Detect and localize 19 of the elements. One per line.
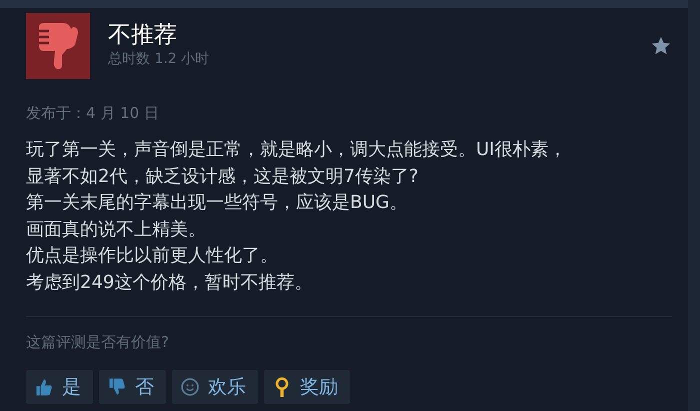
playtime-text: 总时数 1.2 小时 — [108, 50, 210, 69]
smiley-icon — [180, 377, 200, 397]
vote-button[interactable]: 奖励 — [264, 370, 350, 404]
review-text-line: 第一关末尾的字幕出现一些符号，应该是BUG。 — [26, 191, 408, 215]
thumbs-up-icon — [34, 377, 54, 397]
thumbs-down-icon — [107, 377, 127, 397]
review-text-line: 考虑到249这个价格，暂时不推荐。 — [26, 270, 314, 294]
star-icon[interactable] — [650, 35, 672, 57]
vote-button[interactable]: 否 — [99, 370, 166, 404]
helpful-question: 这篇评测是否有价值? — [26, 332, 170, 352]
posted-date: 发布于：4 月 10 日 — [26, 103, 160, 123]
review-text-line: 优点是操作比以前更人性化了。 — [26, 244, 279, 268]
verdict-title: 不推荐 — [108, 21, 178, 49]
vote-button[interactable]: 是 — [26, 370, 93, 404]
review-text-line: 显著不如2代，缺乏设计感，这是被文明7传染了? — [26, 164, 420, 188]
thumbs-down-icon — [26, 13, 90, 79]
review-text-line: 玩了第一关，声音倒是正常，就是略小，调大点能接受。UI很朴素， — [26, 138, 568, 162]
review-text-line: 画面真的说不上精美。 — [26, 218, 207, 242]
vote-button[interactable]: 欢乐 — [172, 370, 258, 404]
